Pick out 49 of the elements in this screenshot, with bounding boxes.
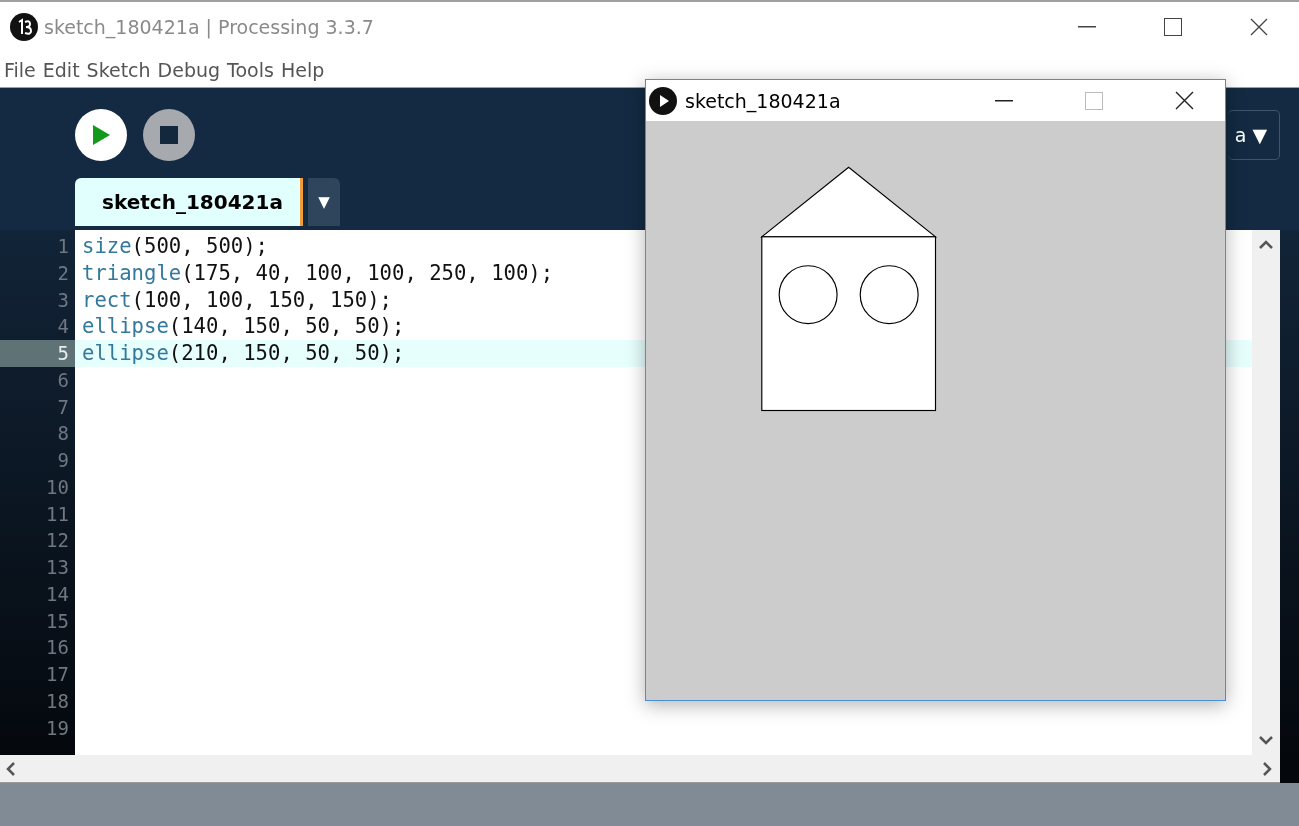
menu-item[interactable]: Debug xyxy=(156,58,227,81)
line-number: 3 xyxy=(56,287,70,313)
menu-item[interactable]: Help xyxy=(279,58,331,81)
play-icon xyxy=(91,124,111,146)
line-number: 4 xyxy=(56,314,70,340)
scroll-left-icon[interactable] xyxy=(6,761,15,776)
menu-item[interactable]: Sketch xyxy=(85,58,157,81)
line-number: 2 xyxy=(56,260,70,286)
line-number: 12 xyxy=(45,528,70,554)
sketch-window-title: sketch_180421a xyxy=(685,89,842,112)
line-number: 11 xyxy=(45,501,70,527)
line-number: 1 xyxy=(56,234,70,259)
maximize-icon[interactable] xyxy=(1164,18,1182,36)
code-line: rect(100, 100, 150, 150); xyxy=(82,287,392,312)
line-number: 5 xyxy=(0,340,75,367)
menu-item[interactable]: File xyxy=(3,58,42,81)
line-number: 16 xyxy=(45,635,70,661)
minimize-icon[interactable] xyxy=(995,99,1013,102)
menu-item[interactable]: Tools xyxy=(226,58,280,81)
tab-menu-button[interactable]: ▼ xyxy=(308,178,340,226)
line-number: 13 xyxy=(45,555,70,580)
play-logo-icon xyxy=(649,86,677,115)
code-line: ellipse(210, 150, 50, 50); xyxy=(82,341,405,365)
code-line: size(500, 500); xyxy=(82,234,268,258)
stop-icon xyxy=(160,126,178,144)
line-number: 17 xyxy=(45,662,70,687)
line-number: 7 xyxy=(56,394,70,420)
line-number: 19 xyxy=(45,715,70,741)
line-number: 14 xyxy=(45,581,70,607)
sketch-tab[interactable]: sketch_180421a xyxy=(75,178,303,226)
stop-button[interactable] xyxy=(143,109,195,161)
window-title: sketch_180421a | Processing 3.3.7 xyxy=(44,16,375,38)
close-icon[interactable] xyxy=(1250,18,1268,36)
line-number: 15 xyxy=(45,608,70,634)
line-number: 10 xyxy=(45,474,70,500)
line-number: 9 xyxy=(56,448,70,473)
code-line: triangle(175, 40, 100, 100, 250, 100); xyxy=(82,260,554,285)
scroll-down-icon[interactable] xyxy=(1259,736,1273,745)
mode-button[interactable]: a ▼ xyxy=(1228,110,1280,160)
line-number: 8 xyxy=(56,421,70,447)
line-number: 6 xyxy=(56,367,70,393)
menu-item[interactable]: Edit xyxy=(41,58,86,81)
scroll-right-icon[interactable] xyxy=(1263,761,1272,776)
close-icon[interactable] xyxy=(1174,91,1194,110)
run-button[interactable] xyxy=(75,109,127,161)
code-line: ellipse(140, 150, 50, 50); xyxy=(82,314,405,339)
scroll-up-icon[interactable] xyxy=(1259,240,1273,249)
processing-logo-icon xyxy=(10,13,38,41)
line-number: 18 xyxy=(45,688,70,714)
